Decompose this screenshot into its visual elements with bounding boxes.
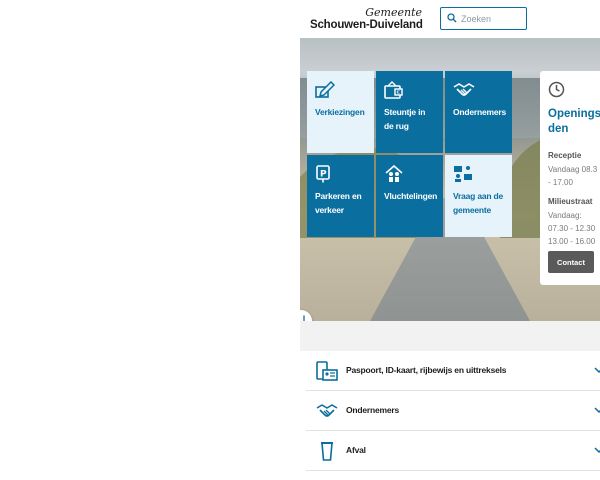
tile-label: Steuntje in de rug bbox=[384, 107, 426, 131]
accordion-item-ondernemers[interactable]: Ondernemers bbox=[306, 391, 600, 431]
chevron-down-icon bbox=[594, 447, 600, 454]
tile-steuntje[interactable]: € Steuntje in de rug bbox=[376, 71, 443, 153]
family-house-icon bbox=[385, 165, 403, 182]
tile-label: Ondernemers bbox=[453, 107, 507, 117]
handshake-icon bbox=[453, 83, 475, 96]
chevron-down-icon bbox=[594, 407, 600, 414]
accordion-item-afval[interactable]: Afval bbox=[306, 431, 600, 471]
tile-label: Verkiezingen bbox=[315, 107, 365, 117]
reception-hours: Vandaag 08.3 - 17.00 bbox=[548, 165, 598, 187]
search-input[interactable] bbox=[461, 11, 523, 26]
search-icon bbox=[447, 13, 457, 23]
tile-verkiezingen[interactable]: Verkiezingen bbox=[307, 71, 374, 153]
chevron-down-icon bbox=[594, 367, 600, 374]
accordion-label: Paspoort, ID-kaart, rijbewijs en uittrek… bbox=[346, 365, 507, 375]
logo-line-2: Schouwen-Duiveland bbox=[310, 19, 423, 31]
handshake-icon bbox=[316, 404, 338, 417]
accordion-label: Ondernemers bbox=[346, 405, 400, 415]
opening-hours-card: Openingsti den Receptie Vandaag 08.3 - 1… bbox=[540, 71, 600, 285]
waste-bin-icon bbox=[321, 442, 333, 461]
tile-ondernemers[interactable]: Ondernemers bbox=[445, 71, 512, 153]
milieustraat-label: Milieustraat bbox=[548, 197, 593, 206]
hero-banner: Verkiezingen € Steuntje in de rug Ondern… bbox=[300, 38, 600, 321]
contact-button[interactable]: Contact bbox=[548, 251, 594, 273]
svg-text:€: € bbox=[397, 90, 401, 96]
tile-label: Vraag aan de gemeente bbox=[453, 191, 504, 215]
tile-label: Vluchtelingen bbox=[384, 191, 438, 201]
ballot-pen-icon bbox=[315, 81, 335, 98]
reception-label: Receptie bbox=[548, 151, 582, 160]
accordion-item-paspoort[interactable]: Paspoort, ID-kaart, rijbewijs en uittrek… bbox=[306, 351, 600, 391]
opening-hours-title: Openingsti den bbox=[548, 108, 600, 135]
municipality-logo[interactable]: Gemeente Schouwen-Duiveland bbox=[310, 6, 423, 33]
milieustraat-hours: Vandaag: 07.30 - 12.30 13.00 - 16.00 bbox=[548, 211, 596, 246]
parking-sign-icon: P bbox=[316, 165, 330, 183]
svg-text:P: P bbox=[320, 170, 327, 180]
tile-parkeren[interactable]: P Parkeren en verkeer bbox=[307, 155, 374, 237]
logo-line-1: Gemeente bbox=[365, 6, 422, 19]
id-card-icon bbox=[316, 361, 338, 381]
header: Gemeente Schouwen-Duiveland bbox=[300, 0, 600, 38]
tile-vraag[interactable]: Vraag aan de gemeente bbox=[445, 155, 512, 237]
section-gap bbox=[300, 321, 600, 351]
chat-person-icon bbox=[454, 166, 472, 182]
tile-vluchtelingen[interactable]: Vluchtelingen bbox=[376, 155, 443, 237]
accordion-label: Afval bbox=[346, 445, 366, 455]
page: Gemeente Schouwen-Duiveland Verkiezingen bbox=[300, 0, 600, 480]
clock-icon bbox=[548, 81, 565, 98]
search-box[interactable] bbox=[440, 7, 527, 30]
wallet-euro-icon: € bbox=[384, 81, 403, 99]
tile-label: Parkeren en verkeer bbox=[315, 191, 362, 215]
